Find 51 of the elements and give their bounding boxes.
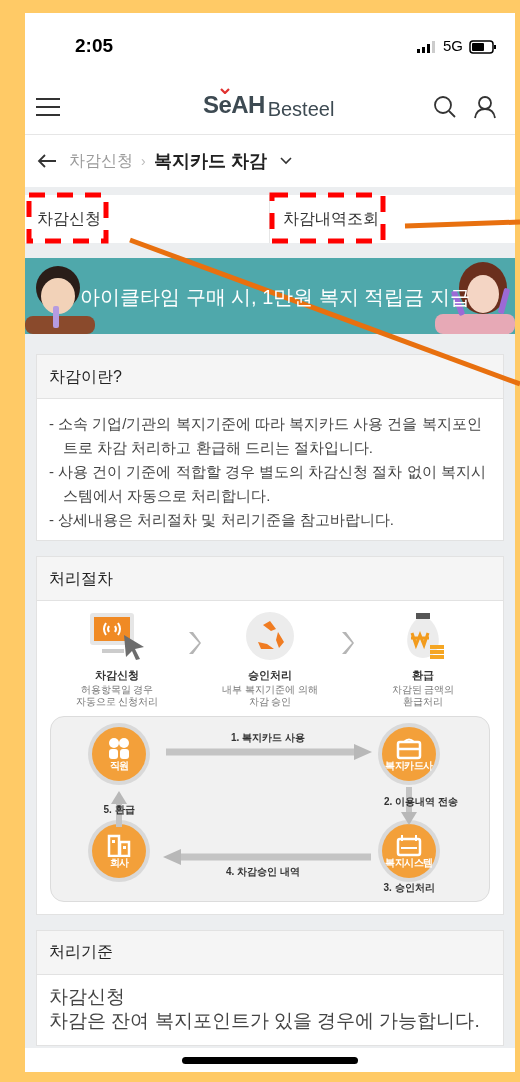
battery-icon: [469, 39, 497, 54]
flow-node: 복지시스템: [382, 823, 436, 878]
flow-label: 4. 차감승인 내역: [226, 864, 300, 878]
flow-node: 직원: [92, 726, 146, 781]
recycle-icon: [245, 611, 295, 661]
step-caption: 차감된 금액의: [391, 683, 455, 696]
step-title: 차감신청: [95, 668, 139, 683]
step-caption: 환급처리: [403, 695, 443, 708]
flow-node: 복지카드사: [382, 726, 436, 781]
tab[interactable]: 차감내역조회: [270, 197, 388, 241]
step-title: 환급: [412, 668, 434, 683]
section-title: 차감이란?: [37, 355, 503, 399]
flow-label: 5. 환급: [103, 802, 135, 816]
menu-icon[interactable]: [35, 97, 61, 117]
logo-name: Besteel: [267, 99, 335, 120]
tab[interactable]: 차감신청: [27, 197, 112, 241]
calendar-icon: [396, 833, 422, 857]
monitor-icon: [88, 611, 146, 661]
flow-label: 2. 이용내역 전송: [384, 794, 458, 808]
status-time: 2:05: [75, 34, 114, 59]
accent-icon: [220, 88, 230, 94]
step-caption: 내부 복지기준에 의해: [222, 683, 318, 696]
breadcrumb-separator: ›: [141, 151, 146, 171]
people-icon: [106, 736, 132, 760]
network-label: 5G: [443, 36, 463, 57]
body-text: 차감은 잔여 복지포인트가 있을 경우에 가능합니다.: [49, 1008, 481, 1033]
user-icon[interactable]: [473, 95, 497, 119]
bullet-text: - 소속 기업/기관의 복지기준에 따라 복지카드 사용 건을 복지포인트로 차감 처리하고 환급해 드리는 절차입니다.: [49, 414, 483, 458]
section-title: 처리기준: [37, 930, 503, 975]
section-title: 처리절차: [37, 557, 503, 601]
home-indicator[interactable]: [182, 1056, 358, 1064]
bullet-text: - 상세내용은 처리절차 및 처리기준을 참고바랍니다.: [49, 510, 395, 530]
breadcrumb-current: 복지카드 차감: [153, 149, 267, 173]
step-title: 승인처리: [248, 668, 292, 683]
search-icon[interactable]: [433, 95, 457, 119]
step-caption: 허용항목일 경우: [80, 683, 154, 696]
chevron-right-icon: [186, 631, 201, 655]
flow-label: 3. 승인처리: [383, 880, 435, 894]
back-icon[interactable]: [37, 153, 57, 169]
flow-node: 회사: [92, 823, 146, 878]
body-text: 차감신청: [49, 984, 126, 1009]
flow-label: 1. 복지카드 사용: [231, 730, 305, 744]
building-icon: [106, 833, 132, 857]
chevron-right-icon: [339, 631, 354, 655]
card-icon: [396, 736, 422, 760]
step-caption: 자동으로 신청처리: [75, 695, 159, 708]
step-caption: 차감 승인: [248, 695, 292, 708]
bullet-text: - 사용 건이 기준에 적합할 경우 별도의 차감신청 절차 없이 복지시스템에서 자동으로 처리합니다.: [49, 462, 487, 506]
signal-icon: [417, 40, 437, 53]
chevron-down-icon[interactable]: [278, 156, 293, 166]
logo-brand: SeAH: [203, 91, 265, 118]
